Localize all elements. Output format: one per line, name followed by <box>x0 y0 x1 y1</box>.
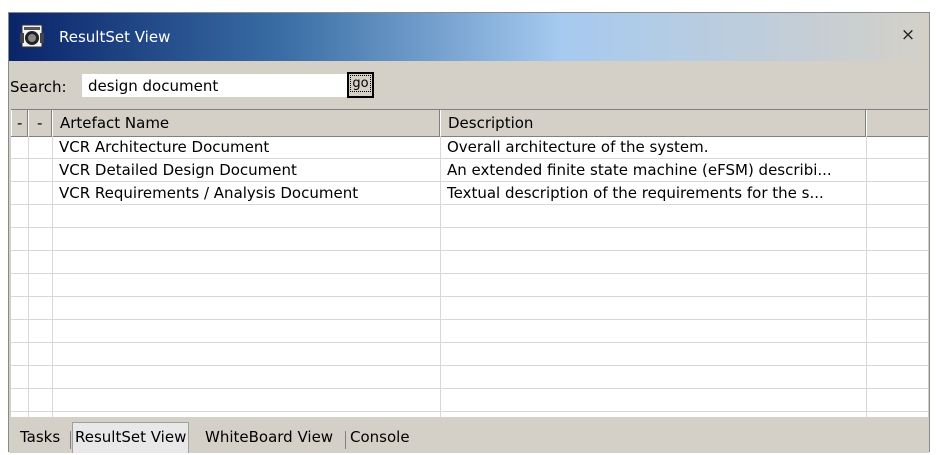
tab-resultset-view[interactable]: ResultSet View <box>72 422 190 453</box>
column-header-filler <box>866 110 928 136</box>
column-header-collapse-2[interactable]: - <box>28 110 52 136</box>
empty-row <box>11 320 928 343</box>
description-cell: Textual description of the requirements … <box>447 184 824 202</box>
empty-row <box>11 297 928 320</box>
empty-row <box>11 228 928 251</box>
empty-row <box>11 389 928 412</box>
empty-row <box>11 366 928 389</box>
search-input[interactable] <box>82 74 348 97</box>
table-header: - - Artefact Name Description <box>11 110 928 137</box>
table-row[interactable]: VCR Architecture Document Overall archit… <box>11 136 928 159</box>
artefact-name-cell: VCR Detailed Design Document <box>59 161 297 179</box>
column-header-artefact-name[interactable]: Artefact Name <box>52 110 440 136</box>
empty-row <box>11 274 928 297</box>
table-row[interactable]: VCR Requirements / Analysis Document Tex… <box>11 182 928 205</box>
resultset-view-window: ResultSet View × Search: go - - Artefact… <box>8 12 930 453</box>
close-button[interactable]: × <box>897 24 919 46</box>
tab-whiteboard-view[interactable]: WhiteBoard View <box>203 423 335 451</box>
description-cell: An extended finite state machine (eFSM) … <box>447 161 832 179</box>
description-cell: Overall architecture of the system. <box>447 138 709 156</box>
tab-console[interactable]: Console <box>348 423 412 451</box>
results-table: - - Artefact Name Description VCR Archit… <box>11 109 928 417</box>
tab-separator <box>345 431 346 449</box>
tab-separator <box>70 431 71 449</box>
bottom-tab-bar: Tasks ResultSet View WhiteBoard View Con… <box>9 422 929 453</box>
table-row[interactable]: VCR Detailed Design Document An extended… <box>11 159 928 182</box>
go-button[interactable]: go <box>347 72 374 98</box>
tab-tasks[interactable]: Tasks <box>18 423 62 451</box>
column-header-collapse-1[interactable]: - <box>11 110 28 136</box>
search-bar: Search: go <box>9 61 929 109</box>
column-header-description[interactable]: Description <box>440 110 866 136</box>
empty-row <box>11 343 928 366</box>
search-label: Search: <box>10 78 67 96</box>
go-button-label: go <box>350 75 371 92</box>
empty-row <box>11 251 928 274</box>
title-bar[interactable]: ResultSet View × <box>9 13 929 61</box>
resultset-app-icon <box>20 24 44 48</box>
artefact-name-cell: VCR Architecture Document <box>59 138 270 156</box>
empty-row <box>11 205 928 228</box>
window-title: ResultSet View <box>59 28 171 46</box>
artefact-name-cell: VCR Requirements / Analysis Document <box>59 184 359 202</box>
